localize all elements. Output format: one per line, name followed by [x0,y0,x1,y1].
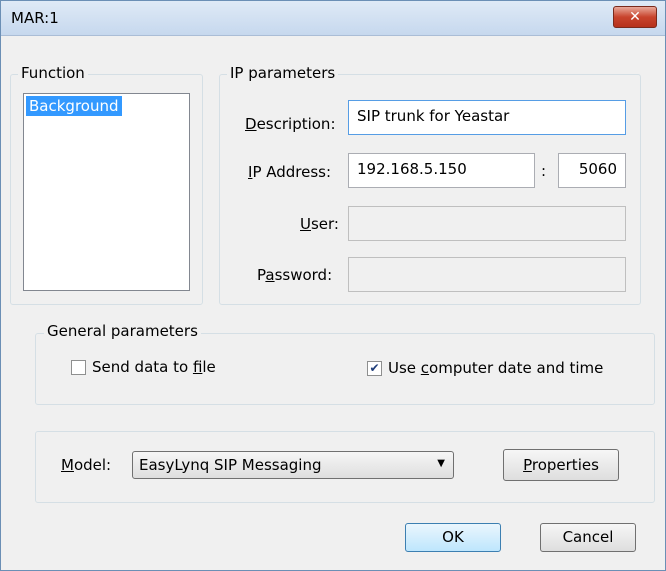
dialog-window: MAR:1 ✕ Function Background IP parameter… [0,0,666,571]
title-bar[interactable]: MAR:1 ✕ [1,1,665,36]
use-time-checkbox[interactable]: ✔ [367,361,382,376]
ip-address-label: IP Address: [248,163,332,181]
send-data-checkbox[interactable] [71,360,86,375]
general-parameters-legend: General parameters [44,322,201,340]
port-separator: : [541,162,547,180]
password-field[interactable] [348,257,626,292]
send-data-label: Send data to file [92,358,216,376]
user-label: User: [300,215,339,233]
description-field[interactable]: SIP trunk for Yeastar [348,100,626,135]
model-dropdown[interactable]: EasyLynq SIP Messaging ▼ [132,451,454,479]
dialog-client: Function Background IP parameters Descri… [1,36,665,570]
window-title: MAR:1 [11,9,59,27]
ip-parameters-legend: IP parameters [227,64,339,82]
use-time-label: Use computer date and time [388,359,604,377]
ip-address-field[interactable]: 192.168.5.150 [348,153,535,188]
checkmark-icon: ✔ [369,361,380,375]
properties-button[interactable]: Properties [503,449,619,481]
function-legend: Function [18,64,88,82]
function-listbox[interactable]: Background [23,93,190,291]
model-selected-value: EasyLynq SIP Messaging [139,456,322,474]
list-item-background[interactable]: Background [26,96,122,116]
password-label: Password: [257,266,333,284]
port-field[interactable]: 5060 [558,153,626,188]
cancel-button[interactable]: Cancel [540,523,636,552]
close-icon: ✕ [629,9,641,25]
description-label: Description: [245,115,336,133]
ok-button[interactable]: OK [405,523,501,552]
model-label: Model: [61,456,112,474]
close-button[interactable]: ✕ [613,6,657,28]
chevron-down-icon: ▼ [437,458,445,469]
user-field[interactable] [348,206,626,241]
